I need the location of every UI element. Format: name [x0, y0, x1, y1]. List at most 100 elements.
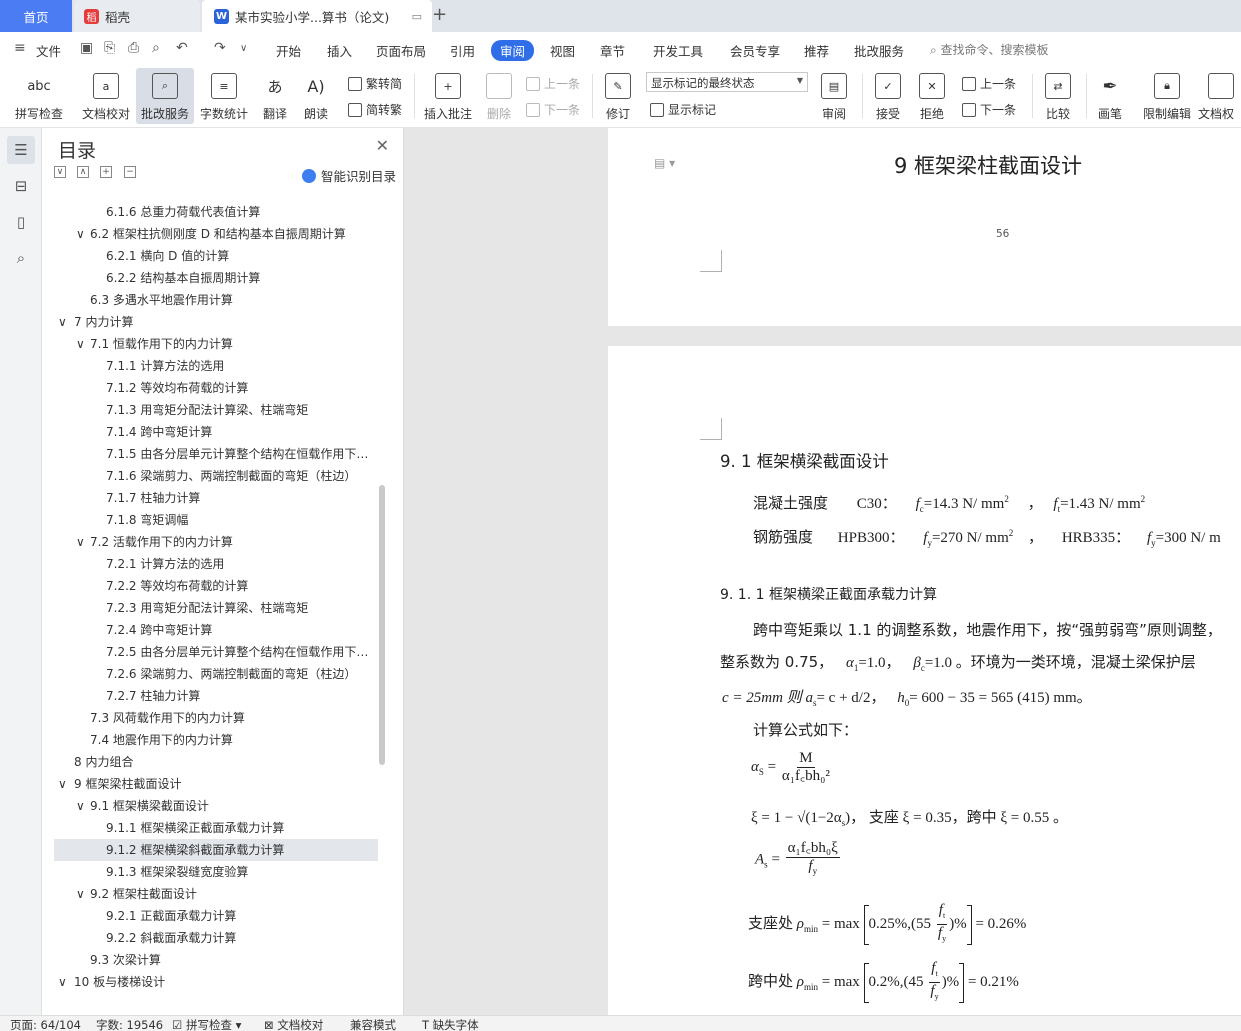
menu-member[interactable]: 会员专享: [730, 41, 780, 60]
collapse-all-icon[interactable]: ∨: [54, 166, 66, 178]
toc-toggle-icon[interactable]: ∨: [76, 795, 90, 817]
spell-check-button[interactable]: abc 拼写检查: [10, 68, 68, 124]
search-icon[interactable]: ⌕: [11, 248, 31, 268]
toc-item[interactable]: 7.1.3 用弯矩分配法计算梁、柱端弯矩: [106, 399, 370, 421]
toc-item[interactable]: 7.1.5 由各分层单元计算整个结构在恒载作用下…: [106, 443, 370, 465]
toc-item[interactable]: 9.1.1 框架横梁正截面承载力计算: [106, 817, 370, 839]
toc-toggle-icon[interactable]: ∨: [58, 773, 72, 795]
toc-item[interactable]: 7.4 地震作用下的内力计算: [90, 729, 370, 751]
insert-comment-button[interactable]: + 插入批注: [420, 68, 476, 124]
document-page[interactable]: ▤ ▾ 9 框架梁柱截面设计 56: [608, 128, 1241, 326]
toc-item[interactable]: 9.1.3 框架梁裂缝宽度验算: [106, 861, 370, 883]
print-preview-icon[interactable]: ⌕: [152, 40, 160, 56]
toc-item[interactable]: 8 内力组合: [74, 751, 370, 773]
word-count-indicator[interactable]: 字数: 19546: [96, 1017, 163, 1031]
translate-button[interactable]: あ翻译: [256, 68, 294, 124]
toc-item[interactable]: 7 内力计算: [74, 311, 370, 333]
trad-to-simp-button[interactable]: 繁转简: [348, 75, 402, 92]
review-pane-button[interactable]: ▤ 审阅: [814, 68, 854, 124]
missing-font-indicator[interactable]: T 缺失字体: [422, 1017, 479, 1031]
toc-scrollbar[interactable]: [379, 485, 385, 765]
toc-item[interactable]: 7.1.7 柱轴力计算: [106, 487, 370, 509]
menu-page-layout[interactable]: 页面布局: [376, 41, 426, 60]
toc-item[interactable]: 9.1 框架横梁截面设计: [90, 795, 370, 817]
prev-change-button[interactable]: 上一条: [962, 75, 1016, 92]
new-tab-plus-icon[interactable]: +: [432, 4, 447, 25]
toc-item[interactable]: 9.1.2 框架横梁斜截面承载力计算: [106, 839, 370, 861]
toc-item[interactable]: 6.2.1 横向 D 值的计算: [106, 245, 370, 267]
toc-item[interactable]: 7.2 活载作用下的内力计算: [90, 531, 370, 553]
save-icon[interactable]: ▣: [80, 40, 93, 56]
toc-item[interactable]: 7.2.4 跨中弯矩计算: [106, 619, 370, 641]
word-count-button[interactable]: ≡ 字数统计: [196, 68, 252, 124]
toc-item[interactable]: 7.2.3 用弯矩分配法计算梁、柱端弯矩: [106, 597, 370, 619]
toc-item[interactable]: 6.1.6 总重力荷载代表值计算: [106, 201, 370, 223]
menu-references[interactable]: 引用: [450, 41, 475, 60]
correction-service-button[interactable]: ⌕ 批改服务: [136, 68, 194, 124]
toc-toggle-icon[interactable]: ∨: [76, 223, 90, 245]
menu-file[interactable]: 文件: [36, 41, 61, 60]
toc-item[interactable]: 6.2.2 结构基本自振周期计算: [106, 267, 370, 289]
toc-item[interactable]: 10 板与楼梯设计: [74, 971, 370, 993]
chapter-nav-icon[interactable]: ⊟: [11, 176, 31, 196]
show-markup-button[interactable]: 显示标记: [650, 101, 716, 118]
quick-access-dropdown-icon[interactable]: ∨: [240, 43, 247, 54]
restrict-editing-button[interactable]: 🔒︎ 限制编辑: [1140, 68, 1194, 124]
toc-item[interactable]: 7.2.2 等效均布荷载的计算: [106, 575, 370, 597]
document-page[interactable]: 9. 1 框架横梁截面设计 混凝土强度 C30： fc=14.3 N/ mm2 …: [608, 346, 1241, 1015]
tab-document[interactable]: W 某市实验小学...算书（论文) ▭: [202, 0, 432, 32]
toc-item[interactable]: 7.3 风荷载作用下的内力计算: [90, 707, 370, 729]
toc-toggle-icon[interactable]: ∨: [58, 971, 72, 993]
redo-icon[interactable]: ↷: [214, 40, 226, 56]
menu-home[interactable]: 开始: [276, 41, 301, 60]
toc-item[interactable]: 7.2.7 柱轴力计算: [106, 685, 370, 707]
close-icon[interactable]: ✕: [376, 136, 389, 155]
simp-to-trad-button[interactable]: 简转繁: [348, 101, 402, 118]
toc-item[interactable]: 9.3 次梁计算: [90, 949, 370, 971]
next-comment-button[interactable]: 下一条: [526, 101, 580, 118]
export-icon[interactable]: ⎘: [104, 40, 115, 56]
toc-item-selected[interactable]: 9 框架梁柱截面设计: [74, 773, 370, 795]
hamburger-icon[interactable]: ≡: [14, 40, 26, 56]
command-search[interactable]: ⌕ 查找命令、搜索模板: [930, 41, 1049, 58]
toc-item[interactable]: 9.2 框架柱截面设计: [90, 883, 370, 905]
toc-item[interactable]: 6.2 框架柱抗侧刚度 D 和结构基本自振周期计算: [90, 223, 370, 245]
delete-comment-button[interactable]: 删除: [480, 68, 518, 124]
toc-item[interactable]: 6.3 多遇水平地震作用计算: [90, 289, 370, 311]
toc-toggle-icon[interactable]: ∨: [58, 311, 72, 333]
prev-comment-button[interactable]: 上一条: [526, 75, 580, 92]
toc-toggle-icon[interactable]: ∨: [76, 531, 90, 553]
read-aloud-button[interactable]: A) 朗读: [298, 68, 334, 124]
menu-review[interactable]: 审阅: [491, 40, 535, 61]
status-doc-check[interactable]: ⊠ 文档校对: [264, 1017, 323, 1031]
toc-toggle-icon[interactable]: ∨: [76, 333, 90, 355]
add-heading-icon[interactable]: +: [100, 166, 112, 178]
menu-developer[interactable]: 开发工具: [653, 41, 703, 60]
tab-close-icon[interactable]: ▭: [412, 10, 422, 23]
toc-item[interactable]: 7.1.6 梁端剪力、两端控制截面的弯矩（柱边）: [106, 465, 370, 487]
remove-heading-icon[interactable]: −: [124, 166, 136, 178]
toc-item[interactable]: 7.1.4 跨中弯矩计算: [106, 421, 370, 443]
tab-daoke[interactable]: 稻稻壳: [74, 0, 200, 32]
toc-pane-icon[interactable]: ☰: [7, 136, 35, 164]
toc-item[interactable]: 7.2.5 由各分层单元计算整个结构在恒载作用下…: [106, 641, 370, 663]
print-icon[interactable]: ⎙: [128, 40, 139, 56]
doc-check-button[interactable]: a 文档校对: [78, 68, 134, 124]
status-spell-check[interactable]: ☑ 拼写检查 ▾: [172, 1017, 241, 1031]
reject-button[interactable]: ✕ 拒绝: [912, 68, 952, 124]
toc-item[interactable]: 7.2.1 计算方法的选用: [106, 553, 370, 575]
menu-recommend[interactable]: 推荐: [804, 41, 829, 60]
page-indicator[interactable]: 页面: 64/104: [10, 1017, 81, 1031]
toc-item[interactable]: 9.2.1 正截面承载力计算: [106, 905, 370, 927]
toc-item[interactable]: 7.2.6 梁端剪力、两端控制截面的弯矩（柱边）: [106, 663, 370, 685]
doc-permission-button[interactable]: 文档权: [1198, 68, 1241, 124]
pen-button[interactable]: ✒ 画笔: [1092, 68, 1128, 124]
toc-item[interactable]: 7.1.8 弯矩调幅: [106, 509, 370, 531]
bookmark-icon[interactable]: ▯: [11, 212, 31, 232]
menu-view[interactable]: 视图: [550, 41, 575, 60]
markup-state-select[interactable]: 显示标记的最终状态 ▼: [646, 72, 808, 92]
track-changes-button[interactable]: ✎ 修订: [598, 68, 638, 124]
toc-toggle-icon[interactable]: ∨: [76, 883, 90, 905]
smart-toc-button[interactable]: 智能识别目录: [302, 166, 396, 185]
menu-chapter[interactable]: 章节: [600, 41, 625, 60]
